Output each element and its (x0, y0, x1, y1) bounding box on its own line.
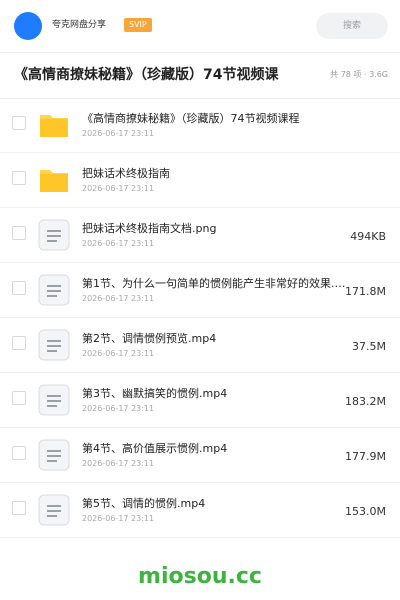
select-checkbox[interactable] (12, 116, 26, 130)
file-date: 2026-06-17 23:11 (82, 404, 155, 413)
file-size: 494KB (350, 230, 386, 243)
avatar[interactable] (14, 12, 42, 40)
file-date: 2026-06-17 23:11 (82, 184, 155, 193)
file-name[interactable]: 把妹话术终极指南 (82, 167, 352, 181)
list-item[interactable]: 把妹话术终极指南文档.png 2026-06-17 23:11 494KB (0, 208, 400, 263)
file-date: 2026-06-17 23:11 (82, 239, 155, 248)
item-count: 共 78 项 · 3.6G (330, 70, 388, 79)
share-owner-name: 夸克网盘分享 (52, 20, 107, 30)
file-name[interactable]: 第5节、调情的惯例.mp4 (82, 497, 352, 511)
list-item[interactable]: 第3节、幽默搞笑的惯例.mp4 2026-06-17 23:11 183.2M (0, 373, 400, 428)
list-item[interactable]: 把妹话术终极指南 2026-06-17 23:11 (0, 153, 400, 208)
file-date: 2026-06-17 23:11 (82, 459, 155, 468)
file-date: 2026-06-17 23:11 (82, 349, 155, 358)
list-item[interactable]: 第5节、调情的惯例.mp4 2026-06-17 23:11 153.0M (0, 483, 400, 538)
file-list: 《高情商撩妹秘籍》（珍藏版）74节视频课程 2026-06-17 23:11 把妹话… (0, 98, 400, 538)
file-date: 2026-06-17 23:11 (82, 514, 155, 523)
select-checkbox[interactable] (12, 336, 26, 350)
file-date: 2026-06-17 23:11 (82, 129, 155, 138)
file-date: 2026-06-17 23:11 (82, 294, 155, 303)
file-size: 153.0M (345, 505, 386, 518)
select-checkbox[interactable] (12, 446, 26, 460)
folder-title-bar: 《高情商撩妹秘籍》（珍藏版）74节视频课 共 78 项 · 3.6G (0, 52, 400, 99)
folder-icon (38, 109, 70, 141)
file-size: 171.8M (345, 285, 386, 298)
file-icon (38, 384, 70, 416)
file-icon (38, 219, 70, 251)
list-item[interactable]: 第2节、调情惯例预览.mp4 2026-06-17 23:11 37.5M (0, 318, 400, 373)
file-size: 183.2M (345, 395, 386, 408)
page-title: 《高情商撩妹秘籍》（珍藏版）74节视频课 (14, 67, 279, 83)
file-icon (38, 494, 70, 526)
file-size: 177.9M (345, 450, 386, 463)
select-checkbox[interactable] (12, 501, 26, 515)
select-checkbox[interactable] (12, 171, 26, 185)
file-name[interactable]: 第2节、调情惯例预览.mp4 (82, 332, 352, 346)
file-name[interactable]: 把妹话术终极指南文档.png (82, 222, 352, 236)
select-checkbox[interactable] (12, 391, 26, 405)
file-size: 37.5M (352, 340, 386, 353)
svip-badge: SVIP (124, 18, 152, 32)
app-header: 夸克网盘分享 SVIP 搜索 (0, 0, 400, 53)
folder-icon (38, 164, 70, 196)
list-item[interactable]: 第4节、高价值展示惯例.mp4 2026-06-17 23:11 177.9M (0, 428, 400, 483)
file-icon (38, 274, 70, 306)
list-item[interactable]: 《高情商撩妹秘籍》（珍藏版）74节视频课程 2026-06-17 23:11 (0, 98, 400, 153)
file-name[interactable]: 《高情商撩妹秘籍》（珍藏版）74节视频课程 (82, 112, 352, 126)
file-icon (38, 439, 70, 471)
file-name[interactable]: 第1节、为什么一句简单的惯例能产生非常好的效果.mp4 (82, 277, 352, 291)
file-icon (38, 329, 70, 361)
list-item[interactable]: 第1节、为什么一句简单的惯例能产生非常好的效果.mp4 2026-06-17 23… (0, 263, 400, 318)
select-checkbox[interactable] (12, 226, 26, 240)
search-input[interactable]: 搜索 (316, 13, 388, 39)
file-name[interactable]: 第4节、高价值展示惯例.mp4 (82, 442, 352, 456)
file-name[interactable]: 第3节、幽默搞笑的惯例.mp4 (82, 387, 352, 401)
watermark: miosou.cc (138, 564, 262, 589)
select-checkbox[interactable] (12, 281, 26, 295)
